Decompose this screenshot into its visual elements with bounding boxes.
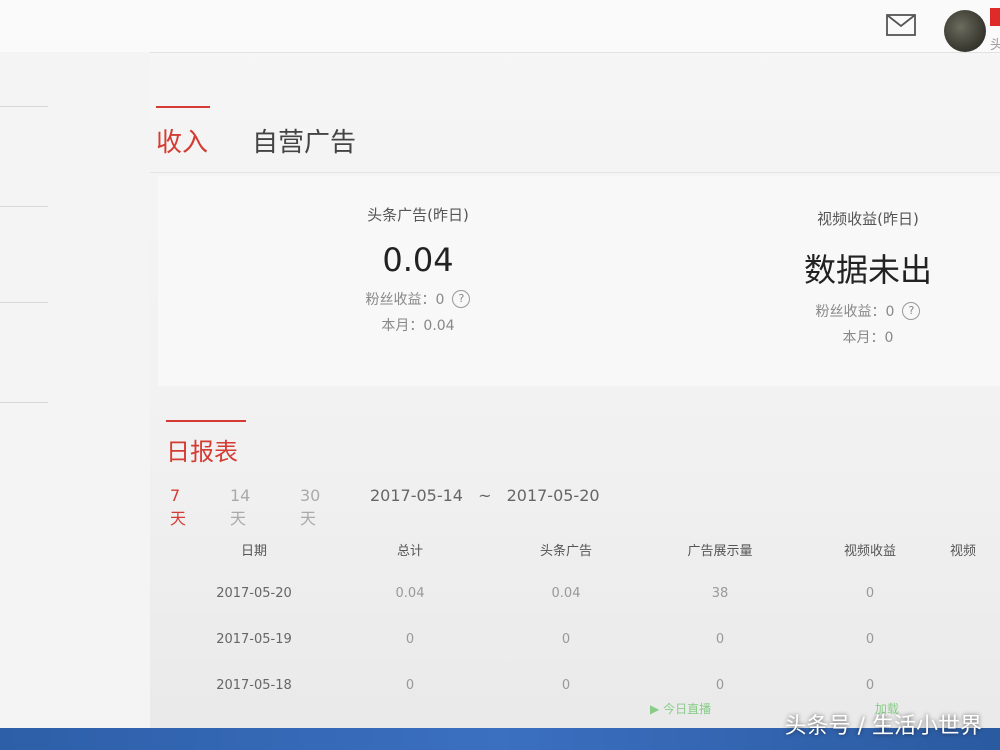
watermark: 头条号 / 生活小世界 <box>784 714 982 739</box>
video-income-value: 数据未出 <box>803 251 932 289</box>
revenue-tabs: 收入 自营广告 <box>150 102 1000 173</box>
range-30-days[interactable]: 30天 <box>300 486 320 529</box>
daily-report-table: 日期 总计 头条广告 广告展示量 视频收益 视频 2017-05-20 0.04… <box>170 526 1000 710</box>
toutiao-ads-title: 头条广告(昨日) <box>367 206 469 224</box>
column-header: 头条广告 <box>539 544 592 559</box>
toutiao-ads-summary: 头条广告(昨日) 0.04 粉丝收益：0 ? 本月：0.04 <box>288 204 548 335</box>
live-icon: ▶ <box>650 702 660 716</box>
column-header: 视频收益 <box>843 544 896 559</box>
video-income-title: 视频收益(昨日) <box>817 210 919 228</box>
daily-report-header: 日报表 <box>166 420 246 467</box>
screen: 头 收入 自营广告 头条广告(昨日) 0.04 粉丝收益：0 ? 本月：0.04 <box>0 0 1000 750</box>
column-header: 总计 <box>396 544 423 559</box>
column-header: 日期 <box>240 544 267 559</box>
toutiao-ads-value: 0.04 <box>382 241 454 279</box>
sidebar-divider <box>0 106 48 107</box>
toutiao-fans-income: 粉丝收益：0 <box>365 292 445 308</box>
date-start: 2017-05-14 <box>370 486 463 505</box>
live-button[interactable]: 今日直播 <box>663 702 711 716</box>
column-header: 广告展示量 <box>687 544 753 559</box>
date-end: 2017-05-20 <box>506 486 600 505</box>
video-fans-income: 粉丝收益：0 <box>815 304 895 320</box>
video-fans-line: 粉丝收益：0 ? <box>758 301 978 321</box>
date-separator: ~ <box>478 486 492 505</box>
help-icon[interactable]: ? <box>452 290 471 308</box>
help-icon[interactable]: ? <box>902 302 921 320</box>
toutiao-month-income: 本月：0.04 <box>381 318 455 334</box>
sidebar <box>0 52 150 750</box>
active-tab-indicator <box>156 106 210 108</box>
video-income-summary: 视频收益(昨日) 数据未出 粉丝收益：0 ? 本月：0 <box>758 208 978 347</box>
table-cell: 0.04 <box>551 586 581 601</box>
table-cell: 0 <box>715 678 725 693</box>
range-14-days[interactable]: 14天 <box>230 486 250 529</box>
table-cell: 0 <box>561 632 571 647</box>
table-row: 2017-05-19 0 0 0 0 <box>170 618 1000 664</box>
sidebar-divider <box>0 402 48 403</box>
column-header: 视频 <box>950 544 977 559</box>
table-cell: 0 <box>405 632 415 647</box>
daily-report-title: 日报表 <box>166 438 238 466</box>
table-cell: 0 <box>865 678 875 693</box>
mail-icon[interactable] <box>886 14 916 36</box>
table-cell: 0 <box>561 678 571 693</box>
toutiao-fans-line: 粉丝收益：0 ? <box>288 289 548 309</box>
date-range-display[interactable]: 2017-05-14 ~ 2017-05-20 <box>370 486 600 505</box>
income-summary: 头条广告(昨日) 0.04 粉丝收益：0 ? 本月：0.04 视频收益(昨日) … <box>158 176 1000 386</box>
table-cell: 0 <box>405 678 415 693</box>
video-month-income: 本月：0 <box>842 330 894 346</box>
user-name-fragment: 头 <box>990 38 1000 53</box>
sidebar-divider <box>0 206 48 207</box>
table-cell: 2017-05-18 <box>216 678 292 693</box>
tab-income[interactable]: 收入 <box>156 122 208 159</box>
report-title-indicator <box>166 420 246 422</box>
table-cell: 2017-05-20 <box>216 586 292 601</box>
table-cell: 0 <box>715 632 725 647</box>
tab-self-ads[interactable]: 自营广告 <box>252 122 356 159</box>
avatar[interactable] <box>944 10 986 52</box>
notification-badge <box>990 8 1000 26</box>
table-cell: 0 <box>865 632 875 647</box>
table-header: 日期 总计 头条广告 广告展示量 视频收益 视频 <box>170 526 1000 572</box>
top-bar: 头 <box>0 0 1000 53</box>
table-cell: 0 <box>865 586 875 601</box>
table-cell: 0.04 <box>395 586 425 601</box>
table-cell: 2017-05-19 <box>216 632 292 647</box>
table-cell: 38 <box>711 586 729 601</box>
table-row: 2017-05-20 0.04 0.04 38 0 <box>170 572 1000 618</box>
range-7-days[interactable]: 7天 <box>170 486 186 529</box>
main-content: 收入 自营广告 头条广告(昨日) 0.04 粉丝收益：0 ? 本月：0.04 视… <box>150 52 1000 750</box>
sidebar-divider <box>0 302 48 303</box>
